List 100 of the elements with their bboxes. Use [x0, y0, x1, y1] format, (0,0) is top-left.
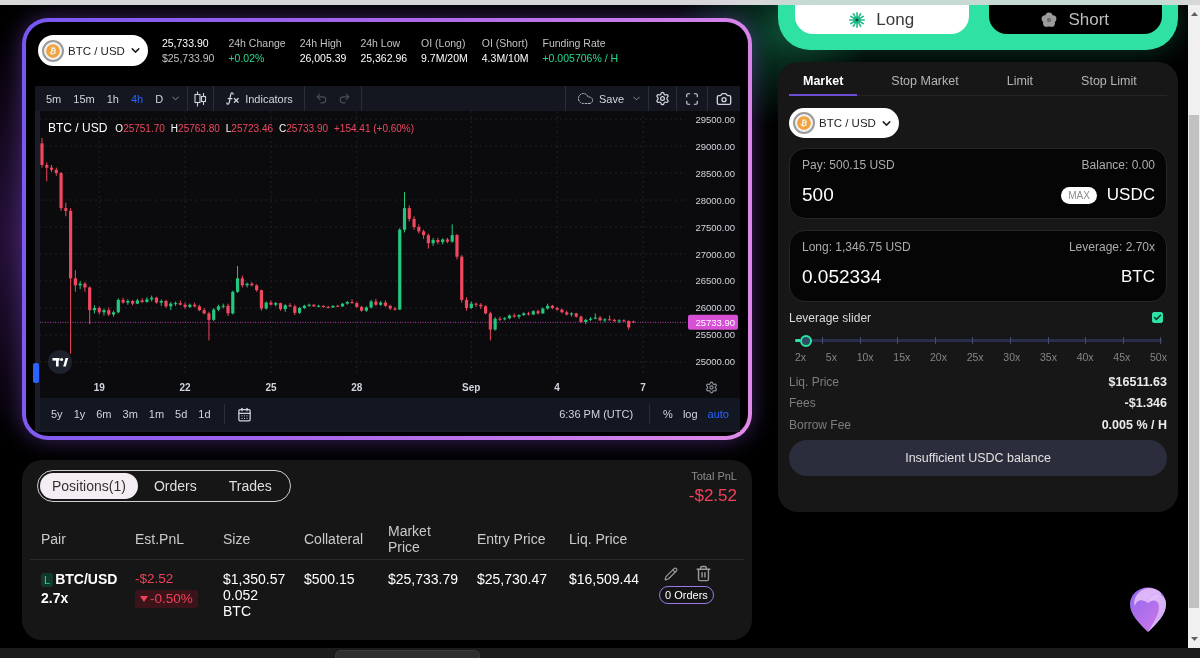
bearish-candle: [536, 309, 540, 315]
fullscreen-icon[interactable]: [685, 91, 699, 106]
side-button[interactable]: Long: [795, 5, 969, 34]
range-button[interactable]: 1m: [143, 404, 170, 424]
bearish-candle: [445, 237, 450, 244]
bullish-candle: [450, 223, 454, 244]
side-button[interactable]: Short: [988, 5, 1162, 34]
save-button[interactable]: Save: [571, 88, 629, 109]
pair-selector-button[interactable]: BTC / USD: [38, 35, 148, 66]
leverage-slider-thumb[interactable]: [800, 334, 812, 347]
interval-button[interactable]: 5m: [41, 88, 67, 109]
amount-input[interactable]: 0.052334: [802, 264, 1111, 291]
settings-icon[interactable]: [705, 381, 718, 394]
range-button[interactable]: 5d: [170, 404, 193, 424]
leverage-text: 2.7x: [41, 590, 69, 607]
order-type-tab[interactable]: Stop Limit: [1067, 68, 1151, 96]
price-change-text: +154.41 (+0.60%): [334, 123, 415, 134]
usd-price-text: $25,733.90: [161, 51, 215, 65]
table-cell-text: $25,733.79: [388, 571, 460, 587]
total-pnl-value: -$2.52: [688, 486, 737, 506]
amount-info: Balance: 0.00: [1081, 158, 1155, 172]
scroll-up-arrow-icon[interactable]: [1190, 12, 1198, 16]
pencil-icon[interactable]: [664, 566, 678, 581]
range-button[interactable]: 1d: [193, 404, 216, 424]
price-axis-label: 25500.00: [695, 329, 735, 341]
range-button[interactable]: 6m: [91, 404, 117, 424]
price-axis-label: 26500.00: [695, 275, 735, 287]
range-button[interactable]: 3m: [117, 404, 143, 424]
interval-button[interactable]: 4h: [125, 88, 149, 109]
scrollbar-thumb[interactable]: [1189, 115, 1199, 608]
scale-button[interactable]: auto: [702, 404, 734, 424]
date-axis-label: 25: [265, 382, 277, 393]
order-type-tab[interactable]: Stop Market: [877, 68, 973, 96]
slider-mark-label: 10x: [856, 350, 874, 363]
scroll-down-arrow-icon[interactable]: [1190, 637, 1198, 641]
interval-button[interactable]: 1h: [101, 88, 124, 109]
bearish-candle: [374, 298, 378, 307]
bitcoin-coin-icon: [793, 112, 815, 134]
orders-button[interactable]: 0 Orders: [659, 586, 714, 604]
column-header: Liq. Price: [569, 530, 629, 547]
delete-icon[interactable]: [695, 565, 712, 582]
detail-label: Liq. Price: [789, 374, 840, 389]
side-panel-handle[interactable]: [33, 363, 39, 383]
price-axis-label: 26000.00: [695, 302, 735, 314]
flower-icon: [1041, 11, 1058, 28]
taskbar-search-field[interactable]: [335, 650, 480, 658]
ref-line-label: 25733.90: [695, 316, 735, 328]
column-header: Market Price: [388, 522, 432, 555]
last-price-tag: 25733.90: [688, 314, 738, 330]
bullish-candle: [531, 309, 535, 316]
position-amount-field[interactable]: Long: 1,346.75 USD Leverage: 2.70x 0.052334 BTC: [789, 230, 1167, 302]
time-text: 6:36 PM (UTC): [558, 408, 635, 420]
positions-tab[interactable]: Positions(1): [40, 473, 138, 499]
total-pnl-label: Total PnL: [691, 470, 737, 482]
bearish-candle: [154, 296, 159, 305]
slider-mark-label: 15x: [893, 350, 911, 363]
order-type-tab[interactable]: Limit: [992, 68, 1048, 96]
bullish-candle: [102, 308, 106, 317]
range-button[interactable]: 1y: [68, 404, 91, 424]
amount-label: Long: 1,346.75 USD: [802, 240, 911, 255]
scale-button[interactable]: log: [677, 404, 703, 424]
stat-value: 4.3M/10M: [481, 51, 529, 65]
bullish-candle: [569, 311, 574, 318]
bearish-candle: [140, 297, 144, 304]
order-type-tab[interactable]: Market: [789, 68, 858, 96]
detail-label: Fees: [789, 396, 816, 411]
bullish-candle: [441, 237, 445, 245]
checkmark-icon: [1153, 313, 1162, 323]
positions-tab[interactable]: Trades: [212, 473, 288, 499]
range-button[interactable]: 5y: [46, 404, 68, 424]
currency-text: BTC: [1121, 267, 1155, 288]
date-axis-label: Sep: [462, 382, 481, 393]
settings-icon[interactable]: [655, 91, 670, 106]
bullish-candle: [493, 316, 497, 332]
leverage-checkbox[interactable]: [1152, 312, 1163, 324]
positions-tab[interactable]: Orders: [137, 473, 213, 499]
interval-button[interactable]: D: [150, 88, 169, 109]
pnl-percent-text: -0.50%: [150, 591, 193, 607]
pair-selector-button[interactable]: BTC / USD: [789, 108, 899, 138]
size-text: 0.052: [223, 587, 259, 603]
slider-mark-label: 20x: [930, 350, 947, 363]
bearish-candle: [121, 297, 125, 305]
amount-input[interactable]: 500: [802, 182, 1052, 208]
bearish-candle: [526, 311, 531, 317]
submit-button[interactable]: Insufficient USDC balance: [789, 440, 1167, 476]
pay-amount-field[interactable]: Pay: 500.15 USD Balance: 0.00 500 MAX USDC: [789, 148, 1167, 220]
calendar-icon[interactable]: [236, 406, 252, 422]
bullish-candle: [245, 282, 249, 288]
camera-icon[interactable]: [716, 90, 732, 107]
scale-button[interactable]: %: [658, 404, 678, 424]
stat-label: Funding Rate: [542, 36, 607, 50]
heart-drop-icon[interactable]: [1129, 587, 1167, 633]
max-button[interactable]: MAX: [1061, 186, 1097, 204]
indicators-button[interactable]: Indicators: [220, 88, 298, 109]
bullish-candle: [469, 301, 473, 310]
interval-button[interactable]: 15m: [68, 88, 100, 109]
candlestick-icon[interactable]: [194, 90, 208, 107]
legend-symbol: BTC / USD: [48, 121, 108, 135]
last-price-text: 25,733.90: [161, 36, 210, 50]
bearish-candle: [598, 315, 602, 322]
